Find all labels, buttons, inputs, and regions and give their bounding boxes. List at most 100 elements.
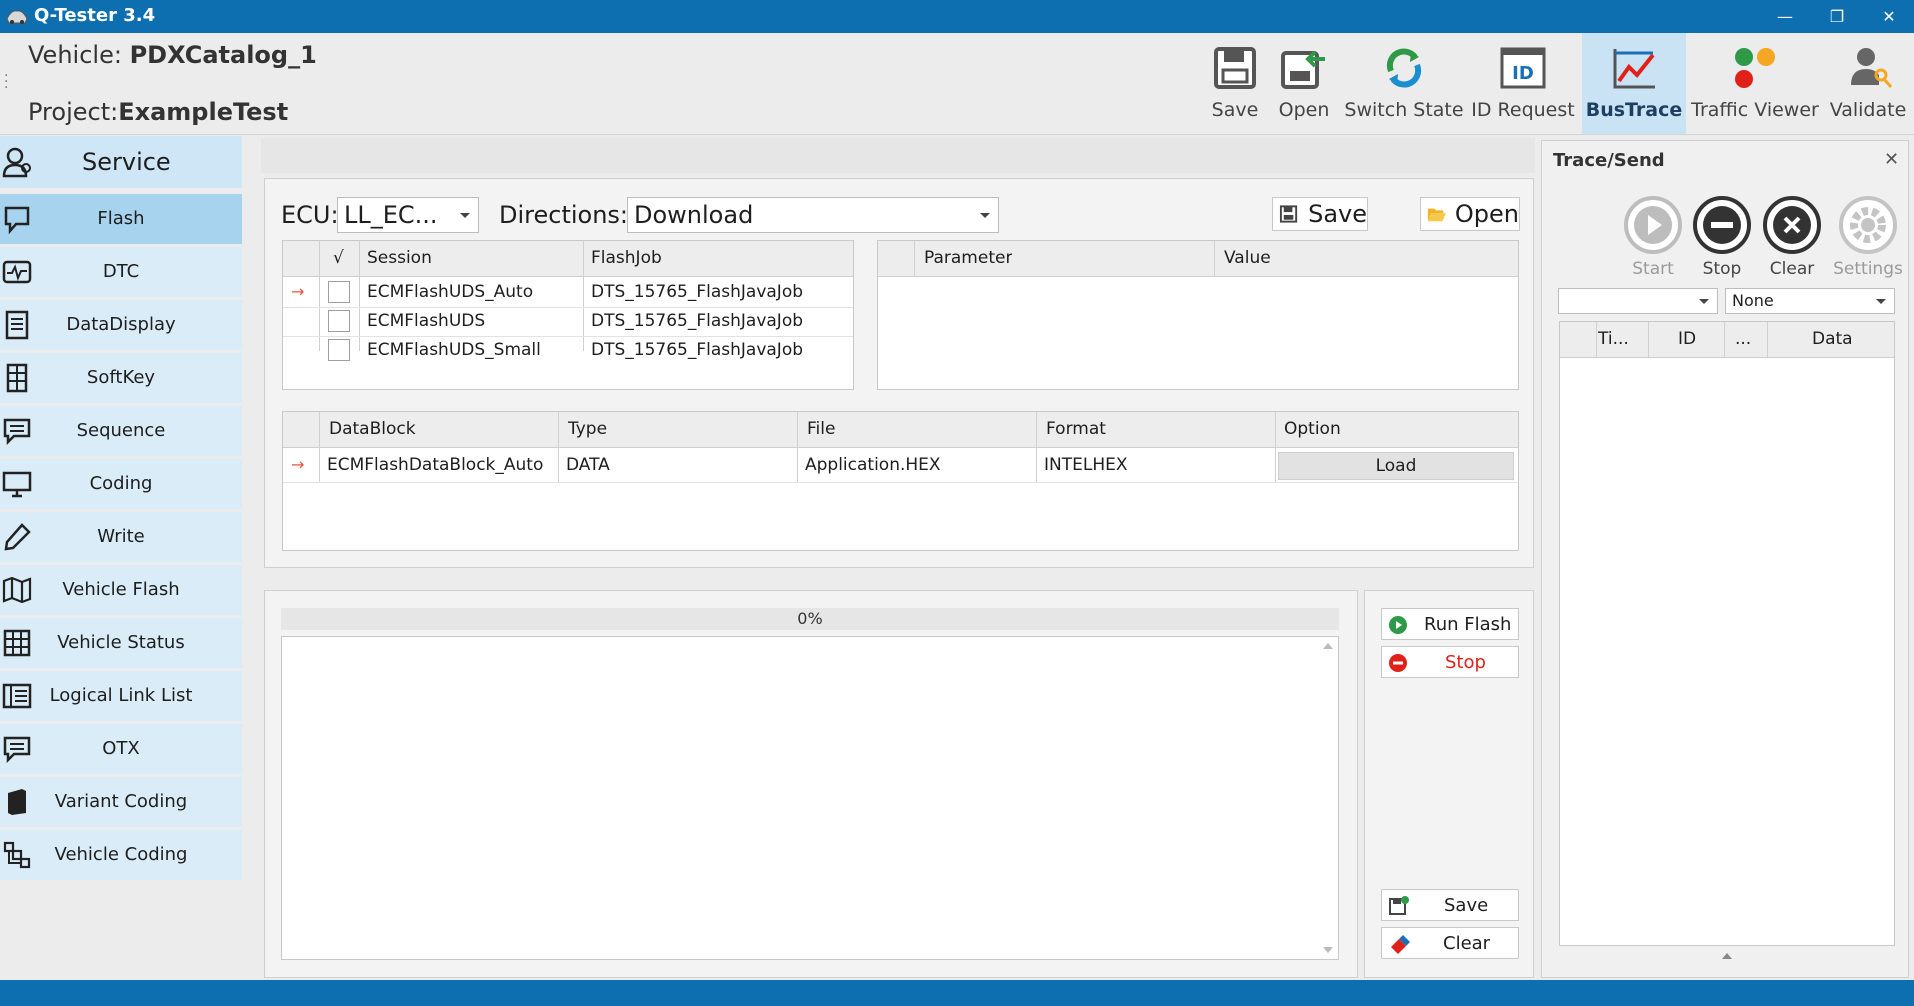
directions-label: Directions: [499, 201, 629, 229]
load-button[interactable]: Load [1278, 452, 1514, 480]
dtc-icon [2, 260, 32, 284]
data-column-header[interactable]: Data [1812, 329, 1853, 349]
session-table-header: √ Session FlashJob [283, 241, 853, 277]
trace-settings-label: Settings [1833, 259, 1903, 279]
trace-stop-button[interactable]: Stop [1690, 195, 1754, 279]
toolbar-save-button[interactable]: Save [1203, 33, 1267, 134]
sidebar-item-vehicle-flash[interactable]: Vehicle Flash [0, 565, 242, 615]
project-info: Project:ExampleTest [28, 98, 288, 126]
datablock-column-header[interactable]: DataBlock [329, 419, 416, 439]
scroll-up-icon[interactable] [1323, 643, 1333, 649]
sidebar-item-write[interactable]: Write [0, 512, 242, 562]
sidebar-item-logical-link-list[interactable]: Logical Link List [0, 671, 242, 721]
project-label: Project: [28, 98, 119, 126]
chevron-down-icon [980, 213, 990, 218]
trace-close-icon[interactable]: ✕ [1884, 149, 1899, 170]
sidebar-item-otx[interactable]: OTX [0, 724, 242, 774]
ecu-select[interactable]: LL_EC... [337, 197, 479, 233]
trace-panel-title: Trace/Send [1553, 150, 1665, 171]
trace-table[interactable]: Ti... ID ... Data [1559, 321, 1895, 946]
sidebar-item-vehicle-coding[interactable]: Vehicle Coding [0, 830, 242, 880]
log-scrollbar[interactable] [1318, 637, 1338, 959]
title-bar: Q-Tester 3.4 — ❐ ✕ [0, 0, 1914, 33]
session-checkbox[interactable] [328, 339, 350, 361]
flash-open-button[interactable]: Open [1420, 197, 1520, 231]
sidebar-item-label: Write [97, 526, 145, 547]
parameter-table: Parameter Value [877, 240, 1519, 390]
expand-up-icon[interactable] [1722, 953, 1732, 959]
flash-log-output[interactable] [281, 636, 1339, 960]
toolbar-traffic-viewer-label: Traffic Viewer [1691, 99, 1819, 121]
trace-start-label: Start [1632, 259, 1674, 279]
svg-text:ID: ID [1512, 63, 1534, 84]
trace-stop-label: Stop [1702, 259, 1742, 279]
drag-handle[interactable]: · · · [4, 69, 8, 95]
otx-icon [3, 736, 31, 764]
sidebar-item-datadisplay[interactable]: DataDisplay [0, 300, 242, 350]
log-save-button[interactable]: Save [1381, 889, 1519, 921]
more-column-header[interactable]: ... [1735, 329, 1751, 349]
flash-save-button[interactable]: Save [1272, 197, 1368, 231]
save-icon [1214, 47, 1256, 89]
trace-clear-button[interactable]: Clear [1760, 195, 1824, 279]
toolbar-validate-button[interactable]: Validate [1822, 33, 1914, 134]
main-top-strip [261, 138, 1535, 173]
table-row[interactable]: → ECMFlashUDS_Auto DTS_15765_FlashJavaJo… [283, 279, 853, 307]
logical-link-list-icon [2, 683, 32, 709]
datablock-table-header: DataBlock Type File Format Option [283, 412, 1518, 448]
header: Vehicle: PDXCatalog_1 · · · Project:Exampl… [0, 33, 1914, 135]
toolbar-switch-state-label: Switch State [1344, 99, 1464, 121]
validate-icon [1851, 48, 1893, 88]
scroll-down-icon[interactable] [1323, 947, 1333, 953]
toolbar-switch-state-button[interactable]: Switch State [1344, 33, 1464, 134]
stop-icon [1389, 654, 1407, 672]
stop-flash-button[interactable]: Stop [1381, 646, 1519, 678]
play-icon [1389, 616, 1407, 634]
session-checkbox[interactable] [328, 310, 350, 332]
toolbar-open-button[interactable]: Open [1271, 33, 1337, 134]
session-checkbox[interactable] [328, 281, 350, 303]
value-column-header[interactable]: Value [1224, 248, 1271, 268]
trace-filter-right-select[interactable]: None [1725, 288, 1895, 314]
sidebar-item-variant-coding[interactable]: Variant Coding [0, 777, 242, 827]
toolbar-traffic-viewer-button[interactable]: Traffic Viewer [1691, 33, 1819, 134]
sidebar-item-label: DataDisplay [66, 314, 176, 335]
log-clear-button[interactable]: Clear [1381, 927, 1519, 959]
table-row[interactable]: ECMFlashUDS DTS_15765_FlashJavaJob [283, 308, 853, 336]
directions-select[interactable]: Download [627, 197, 999, 233]
id-column-header[interactable]: ID [1678, 329, 1696, 349]
table-row[interactable]: → ECMFlashDataBlock_Auto DATA Applicatio… [283, 450, 1518, 482]
sidebar-item-sequence[interactable]: Sequence [0, 406, 242, 456]
file-column-header[interactable]: File [807, 419, 835, 439]
type-column-header[interactable]: Type [568, 419, 607, 439]
sidebar-item-softkey[interactable]: SoftKey [0, 353, 242, 403]
time-column-header[interactable]: Ti... [1598, 329, 1629, 349]
option-column-header[interactable]: Option [1284, 419, 1341, 439]
sidebar-item-label: Coding [89, 473, 153, 494]
table-row[interactable]: ECMFlashUDS_Small DTS_15765_FlashJavaJob [283, 337, 853, 365]
folder-open-icon [1427, 208, 1446, 222]
sidebar-item-coding[interactable]: Coding [0, 459, 242, 509]
minimize-button[interactable]: — [1760, 0, 1810, 33]
parameter-column-header[interactable]: Parameter [924, 248, 1012, 268]
toolbar-id-request-button[interactable]: ID ID Request [1468, 33, 1578, 134]
toolbar-bustrace-button[interactable]: BusTrace [1582, 33, 1686, 134]
sidebar-heading-label: Service [82, 148, 171, 176]
sidebar-item-dtc[interactable]: DTC [0, 247, 242, 297]
chevron-down-icon [1699, 299, 1709, 304]
format-column-header[interactable]: Format [1046, 419, 1106, 439]
coding-icon [2, 471, 32, 498]
restore-button[interactable]: ❐ [1812, 0, 1862, 33]
trace-start-button[interactable]: Start [1621, 195, 1685, 279]
close-window-button[interactable]: ✕ [1864, 0, 1914, 33]
run-flash-button[interactable]: Run Flash [1381, 608, 1519, 640]
sidebar-item-flash[interactable]: Flash [0, 194, 242, 244]
flashjob-column-header[interactable]: FlashJob [591, 248, 662, 268]
bustrace-icon [1613, 49, 1655, 89]
sidebar-item-label: Vehicle Flash [62, 579, 180, 600]
sidebar-item-vehicle-status[interactable]: Vehicle Status [0, 618, 242, 668]
trace-settings-button[interactable]: Settings [1831, 195, 1905, 279]
session-column-header[interactable]: Session [367, 248, 432, 268]
log-save-label: Save [1444, 895, 1489, 916]
trace-filter-left-select[interactable] [1558, 288, 1718, 314]
